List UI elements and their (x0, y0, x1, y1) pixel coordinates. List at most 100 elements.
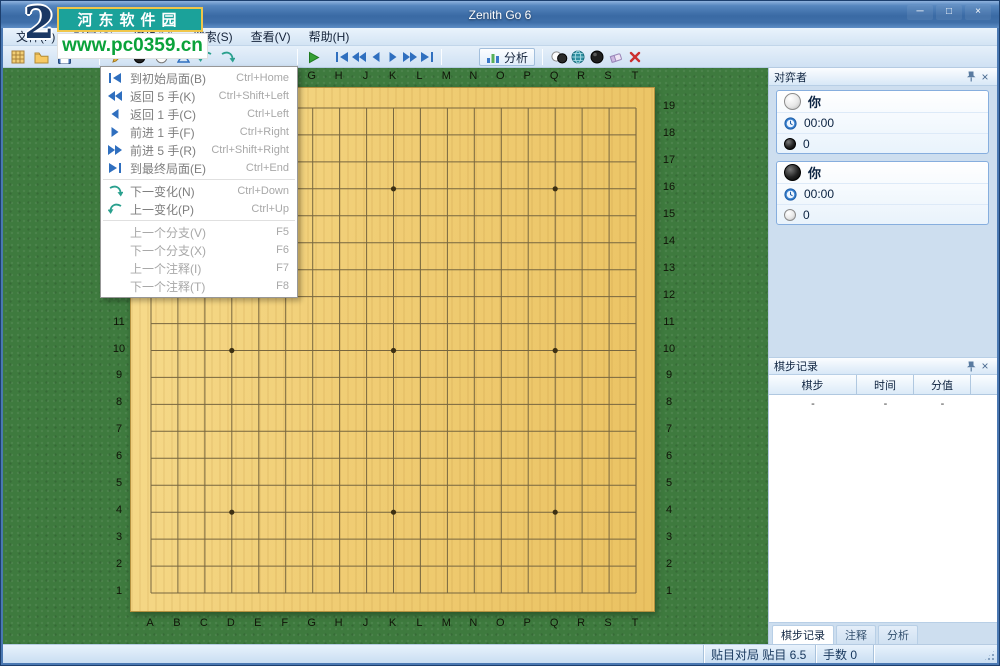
column-header-filler (971, 375, 997, 395)
go-first-icon[interactable] (333, 48, 350, 66)
new-board-icon[interactable] (8, 48, 28, 66)
panel-tabs: 棋步记录注释分析 (769, 622, 997, 644)
menu-item-label: 到初始局面(B) (130, 70, 226, 87)
column-header[interactable]: 分值 (914, 375, 971, 395)
minimize-button[interactable]: ─ (907, 5, 933, 20)
menu-item-label: 上一个分支(V) (130, 224, 266, 241)
play-icon[interactable] (303, 48, 323, 66)
menubar-item[interactable]: 帮助(H) (300, 27, 359, 46)
forward-1-icon[interactable] (384, 48, 401, 66)
prev-variation-icon (107, 202, 123, 217)
menubar-item[interactable]: 查看(V) (242, 27, 300, 46)
back-5-icon[interactable] (350, 48, 367, 66)
back-1-icon[interactable] (367, 48, 384, 66)
menu-item-shortcut: Ctrl+Shift+Right (211, 144, 289, 156)
menu-item[interactable]: 到最终局面(E)Ctrl+End (101, 159, 297, 177)
board-coordinate: 8 (109, 396, 129, 408)
move-row[interactable]: --- (769, 395, 997, 413)
go-last-icon[interactable] (418, 48, 435, 66)
menu-item-label: 上一个注释(I) (130, 260, 266, 277)
menu-item-label: 前进 1 手(F) (130, 124, 230, 141)
menu-item[interactable]: 到初始局面(B)Ctrl+Home (101, 69, 297, 87)
menu-item[interactable]: 上一个注释(I)F7 (101, 259, 297, 277)
board-coordinate: 5 (659, 477, 679, 489)
close-panel-icon[interactable]: × (978, 359, 992, 373)
menu-item-shortcut: Ctrl+Up (251, 203, 289, 215)
menu-item[interactable]: 返回 5 手(K)Ctrl+Shift+Left (101, 87, 297, 105)
territory-icon[interactable] (569, 48, 587, 66)
menu-item[interactable]: 下一变化(N)Ctrl+Down (101, 182, 297, 200)
board-coordinate: C (194, 617, 214, 629)
go-first-icon (107, 71, 123, 86)
moves-panel-title: 棋步记录 (774, 358, 964, 374)
column-header[interactable]: 棋步 (769, 375, 857, 395)
next-variation-icon (107, 184, 123, 199)
analyze-button[interactable]: 分析 (479, 48, 535, 66)
close-panel-icon[interactable]: × (978, 70, 992, 84)
statusbar-move-count: 手数 0 (815, 645, 873, 663)
board-coordinate: 6 (659, 450, 679, 462)
menu-item[interactable]: 前进 1 手(F)Ctrl+Right (101, 123, 297, 141)
menu-item-shortcut: Ctrl+Shift+Left (219, 90, 289, 102)
menu-item-shortcut: F5 (276, 226, 289, 238)
forward-5-icon[interactable] (401, 48, 418, 66)
column-header[interactable]: 时间 (857, 375, 914, 395)
menu-separator (103, 179, 295, 180)
toolbar-separator (542, 49, 543, 65)
menu-item[interactable]: 下一个分支(X)F6 (101, 241, 297, 259)
moves-table-header: 棋步时间分值 (769, 375, 997, 395)
eraser-icon[interactable] (607, 48, 625, 66)
board-coordinate: Q (544, 70, 564, 82)
clock-icon (784, 117, 797, 130)
open-file-icon[interactable] (31, 48, 51, 66)
board-coordinate: 2 (659, 558, 679, 570)
board-coordinate: 9 (659, 369, 679, 381)
board-coordinate: 4 (659, 504, 679, 516)
close-button[interactable]: × (965, 5, 991, 20)
player-time: 00:00 (804, 187, 834, 201)
board-coordinate: H (329, 617, 349, 629)
redo-icon[interactable] (217, 48, 237, 66)
player-header-row: 你 (777, 91, 988, 112)
board-coordinate: S (598, 617, 618, 629)
board-coordinate: 19 (659, 100, 679, 112)
delete-icon[interactable] (626, 48, 644, 66)
stones-icon[interactable] (550, 48, 568, 66)
player-captures-row: 0 (777, 204, 988, 225)
menu-item[interactable]: 上一变化(P)Ctrl+Up (101, 200, 297, 218)
menu-item[interactable]: 返回 1 手(C)Ctrl+Left (101, 105, 297, 123)
board-coordinate: 1 (109, 585, 129, 597)
player-time-row: 00:00 (777, 183, 988, 204)
menu-item-icon (107, 279, 123, 294)
board-coordinate: L (409, 70, 429, 82)
menu-item[interactable]: 前进 5 手(R)Ctrl+Shift+Right (101, 141, 297, 159)
menu-separator (103, 220, 295, 221)
pin-icon[interactable] (964, 359, 978, 373)
black-stone-icon (784, 164, 801, 181)
resize-grip-icon[interactable] (983, 649, 996, 662)
board-coordinate: M (436, 617, 456, 629)
player-card[interactable]: 你00:000 (776, 161, 989, 225)
board-coordinate: K (383, 617, 403, 629)
toolbar-group (550, 48, 644, 66)
menu-item-label: 下一个分支(X) (130, 242, 266, 259)
board-coordinate: 6 (109, 450, 129, 462)
black-stone-icon[interactable] (588, 48, 606, 66)
board-coordinate: 5 (109, 477, 129, 489)
board-coordinate: 4 (109, 504, 129, 516)
maximize-button[interactable]: □ (936, 5, 962, 20)
board-coordinate: 10 (659, 343, 679, 355)
tab-move-record[interactable]: 棋步记录 (772, 625, 834, 644)
board-coordinate: O (490, 70, 510, 82)
clock-icon (784, 188, 797, 201)
tab-analysis[interactable]: 分析 (878, 625, 918, 644)
pin-icon[interactable] (964, 70, 978, 84)
board-coordinate: 3 (109, 531, 129, 543)
players-panel-header: 对弈者 × (769, 68, 997, 86)
tab-comments[interactable]: 注释 (836, 625, 876, 644)
menu-item[interactable]: 下一个注释(T)F8 (101, 277, 297, 295)
toolbar-separator (297, 49, 298, 65)
statusbar-right-section (873, 645, 997, 663)
menu-item[interactable]: 上一个分支(V) F5 (101, 223, 297, 241)
player-card[interactable]: 你00:000 (776, 90, 989, 154)
